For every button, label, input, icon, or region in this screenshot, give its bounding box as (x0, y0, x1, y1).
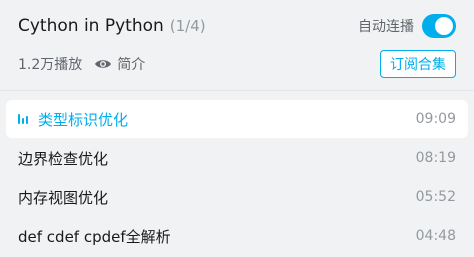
autoplay-control: 自动连播 (358, 12, 456, 40)
autoplay-toggle[interactable] (422, 14, 456, 38)
toggle-knob (435, 17, 453, 35)
playlist-panel: Cython in Python (1/4) 自动连播 1.2万播放 简介 订阅… (0, 0, 474, 257)
episode-duration: 05:52 (415, 189, 456, 205)
intro-button[interactable]: 简介 (94, 54, 145, 74)
playlist-header: Cython in Python (1/4) 自动连播 (18, 12, 456, 40)
episode-duration: 08:19 (415, 150, 456, 166)
list-item[interactable]: 类型标识优化 09:09 (6, 100, 468, 138)
playlist-meta: 1.2万播放 简介 订阅合集 (18, 50, 456, 78)
autoplay-label: 自动连播 (358, 19, 414, 35)
episode-list: 类型标识优化 09:09 边界检查优化 08:19 内存视图优化 05:52 def cde… (6, 100, 468, 256)
divider (0, 90, 474, 91)
list-item[interactable]: 边界检查优化 08:19 (6, 139, 468, 177)
playing-bars-icon (18, 114, 30, 124)
episode-title: 内存视图优化 (18, 188, 109, 207)
playlist-title: Cython in Python (18, 16, 164, 36)
episode-title: def cdef cpdef全解析 (18, 227, 171, 246)
episode-title: 边界检查优化 (18, 149, 109, 168)
intro-label: 简介 (117, 57, 146, 73)
list-item[interactable]: 内存视图优化 05:52 (6, 178, 468, 216)
subscribe-collection-button[interactable]: 订阅合集 (380, 50, 456, 78)
play-count: 1.2万播放 (18, 57, 83, 73)
episode-count: (1/4) (169, 17, 206, 35)
eye-icon (95, 60, 112, 68)
episode-title: 类型标识优化 (38, 110, 129, 129)
episode-duration: 09:09 (415, 111, 456, 127)
list-item[interactable]: def cdef cpdef全解析 04:48 (6, 217, 468, 255)
episode-duration: 04:48 (415, 228, 456, 244)
